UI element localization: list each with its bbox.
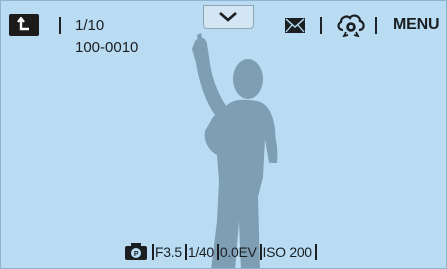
menu-button[interactable]: MENU	[393, 16, 440, 34]
send-email-button[interactable]	[284, 17, 306, 34]
playback-back-icon	[17, 17, 29, 31]
shutter-speed-value: 1/40	[187, 243, 214, 260]
iso-value: ISO 200	[262, 243, 313, 260]
separator	[59, 17, 61, 34]
info-separator	[184, 243, 187, 260]
photo-subject-silhouette	[192, 33, 278, 268]
cloud-share-icon	[337, 14, 365, 38]
info-separator	[259, 243, 262, 260]
info-separator	[216, 243, 219, 260]
image-counter: 1/10	[75, 17, 105, 34]
mail-icon	[285, 18, 305, 33]
svg-text:P: P	[134, 251, 139, 258]
info-separator	[314, 243, 317, 260]
playback-screen: 1/10 100-0010 MENU P F3.5 1/40 0.0EV ISO…	[0, 0, 447, 269]
separator	[320, 17, 322, 34]
chevron-down-icon	[219, 12, 237, 22]
exposure-value: 0.0EV	[219, 243, 257, 260]
folder-file-number: 100-0010	[75, 39, 139, 56]
expand-panel-button[interactable]	[203, 5, 254, 29]
separator	[375, 17, 377, 34]
camera-program-mode-icon: P	[125, 243, 147, 260]
playback-back-button[interactable]	[9, 14, 39, 36]
shooting-info-bar: P F3.5 1/40 0.0EV ISO 200	[125, 242, 318, 261]
info-separator	[152, 243, 154, 260]
aperture-value: F3.5	[155, 243, 182, 260]
cloud-share-button[interactable]	[336, 13, 366, 38]
